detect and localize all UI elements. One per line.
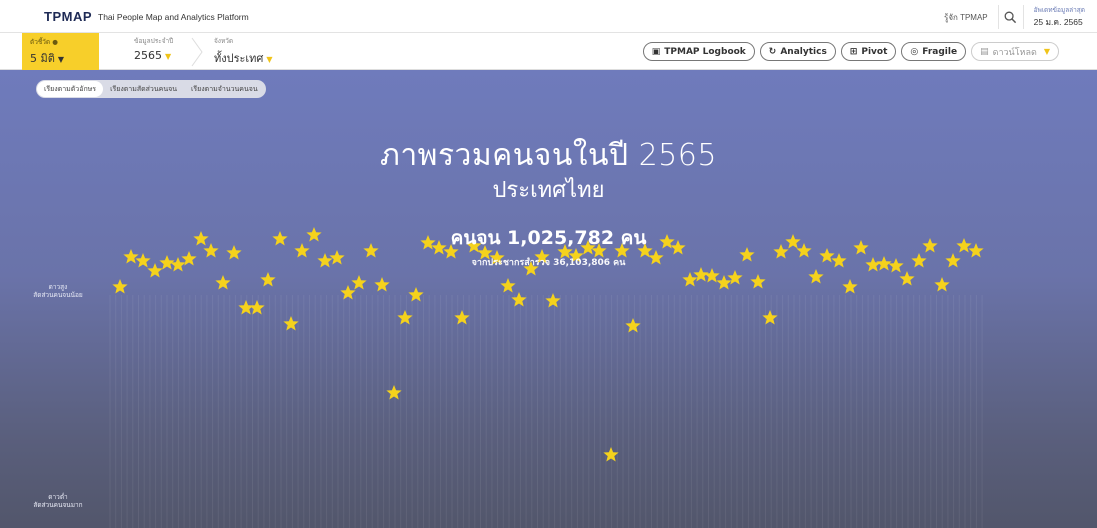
sort-tabs: เรียงตามตัวอักษร เรียงตามสัดส่วนคนจน เรี… <box>36 80 266 98</box>
province-star-icon[interactable] <box>545 293 561 308</box>
province-label: จังหวัด <box>214 37 234 45</box>
pivot-icon: ⊞ <box>849 46 858 57</box>
axis-top-line2: สัดส่วนคนจนน้อย <box>33 291 83 299</box>
province-star-icon[interactable] <box>397 310 413 325</box>
province-star-icon[interactable] <box>727 270 743 285</box>
pivot-label: Pivot <box>861 46 888 57</box>
download-label: ดาวน์โหลด <box>992 47 1037 58</box>
province-star-icon[interactable] <box>762 310 778 325</box>
survey-count: จากประชากรสำรวจ 36,103,806 คน <box>471 258 626 268</box>
analytics-label: Analytics <box>780 46 827 57</box>
axis-bottom-line2: สัดส่วนคนจนมาก <box>33 501 83 509</box>
fragile-button[interactable]: ◎ Fragile <box>901 42 967 61</box>
sort-tab-poverty-ratio[interactable]: เรียงตามสัดส่วนคนจน <box>103 81 184 97</box>
logbook-button[interactable]: ▣ TPMAP Logbook <box>642 42 755 61</box>
top-bar: TPMAP Thai People Map and Analytics Plat… <box>0 0 1097 33</box>
caret-down-icon: ▼ <box>266 55 273 64</box>
caret-down-icon: ▼ <box>1043 47 1050 56</box>
province-star-icon[interactable] <box>260 272 276 287</box>
fragile-label: Fragile <box>922 46 958 57</box>
axis-label-top: ดาวสูง สัดส่วนคนจนน้อย <box>28 283 88 299</box>
index-value: 5 มิติ <box>30 52 55 65</box>
last-updated: อัพเดทข้อมูลล่าสุด 25 ม.ค. 2565 <box>1034 5 1085 29</box>
analytics-button[interactable]: ↻ Analytics <box>759 42 836 61</box>
logbook-label: TPMAP Logbook <box>664 46 746 57</box>
province-star-icon[interactable] <box>716 275 732 290</box>
main-visualization: เรียงตามตัวอักษร เรียงตามสัดส่วนคนจน เรี… <box>0 70 1097 528</box>
province-star-icon[interactable] <box>215 275 231 290</box>
axis-top-line1: ดาวสูง <box>48 283 68 291</box>
province-star-icon[interactable] <box>283 316 299 331</box>
province-star-icon[interactable] <box>899 271 915 286</box>
index-label: ตัวชี้วัด ● <box>30 38 58 46</box>
year-value: 2565 <box>134 49 162 62</box>
province-star-icon[interactable] <box>249 300 265 315</box>
province-star-icon[interactable] <box>511 292 527 307</box>
about-link[interactable]: รู้จัก TPMAP <box>944 11 988 24</box>
province-star-icon[interactable] <box>386 385 402 400</box>
province-star-icon[interactable] <box>374 277 390 292</box>
province-value: ทั้งประเทศ <box>214 52 264 65</box>
axis-bottom-line1: ดาวต่ำ <box>48 493 68 501</box>
index-selector[interactable]: ตัวชี้วัด ● 5 มิติ ▼ <box>22 33 99 70</box>
province-star-icon[interactable] <box>682 272 698 287</box>
province-star-icon[interactable] <box>340 285 356 300</box>
last-updated-label: อัพเดทข้อมูลล่าสุด <box>1033 7 1085 14</box>
download-button[interactable]: ▤ ดาวน์โหลด ▼ <box>971 42 1059 61</box>
circle-icon: ◎ <box>910 46 919 57</box>
country-title: ประเทศไทย <box>492 178 605 203</box>
filter-bar: ตัวชี้วัด ● 5 มิติ ▼ ข้อมูลประจำปี 2565 ▼ … <box>0 33 1097 70</box>
year-label: ข้อมูลประจำปี <box>134 37 174 45</box>
caret-down-icon: ▼ <box>165 52 172 61</box>
caret-down-icon: ▼ <box>57 55 65 64</box>
chevron-separator-icon <box>191 37 203 67</box>
book-icon: ▣ <box>651 46 661 57</box>
top-right-nav: รู้จัก TPMAP อัพเดทข้อมูลล่าสุด 25 ม.ค. … <box>944 4 1085 30</box>
province-star-icon[interactable] <box>454 310 470 325</box>
province-star-icon[interactable] <box>112 279 128 294</box>
last-updated-date: 25 ม.ค. 2565 <box>1033 17 1083 27</box>
province-star-icon[interactable] <box>704 268 720 283</box>
year-selector[interactable]: ข้อมูลประจำปี 2565 ▼ <box>134 36 173 62</box>
poor-count: คนจน 1,025,782 คน <box>450 227 647 249</box>
province-star-icon[interactable] <box>808 269 824 284</box>
sort-tab-alphabet[interactable]: เรียงตามตัวอักษร <box>37 81 104 97</box>
platform-name: Thai People Map and Analytics Platform <box>98 12 249 22</box>
pivot-button[interactable]: ⊞ Pivot <box>840 42 897 61</box>
province-star-icon[interactable] <box>351 275 367 290</box>
province-star-icon[interactable] <box>750 274 766 289</box>
toolbar: ▣ TPMAP Logbook ↻ Analytics ⊞ Pivot ◎ Fragil… <box>642 42 1059 61</box>
province-star-icon[interactable] <box>625 318 641 333</box>
axis-label-bottom: ดาวต่ำ สัดส่วนคนจนมาก <box>28 493 88 509</box>
sort-tab-poverty-count[interactable]: เรียงตามจำนวนคนจน <box>184 81 265 97</box>
province-star-icon[interactable] <box>842 279 858 294</box>
province-selector[interactable]: จังหวัด ทั้งประเทศ ▼ <box>214 36 273 67</box>
province-star-icon[interactable] <box>408 287 424 302</box>
province-star-icon[interactable] <box>500 278 516 293</box>
tpmap-logo[interactable]: TPMAP <box>44 9 92 24</box>
search-icon[interactable] <box>997 5 1024 29</box>
refresh-icon: ↻ <box>768 46 777 57</box>
save-icon: ▤ <box>980 46 989 57</box>
province-star-icon[interactable] <box>934 277 950 292</box>
